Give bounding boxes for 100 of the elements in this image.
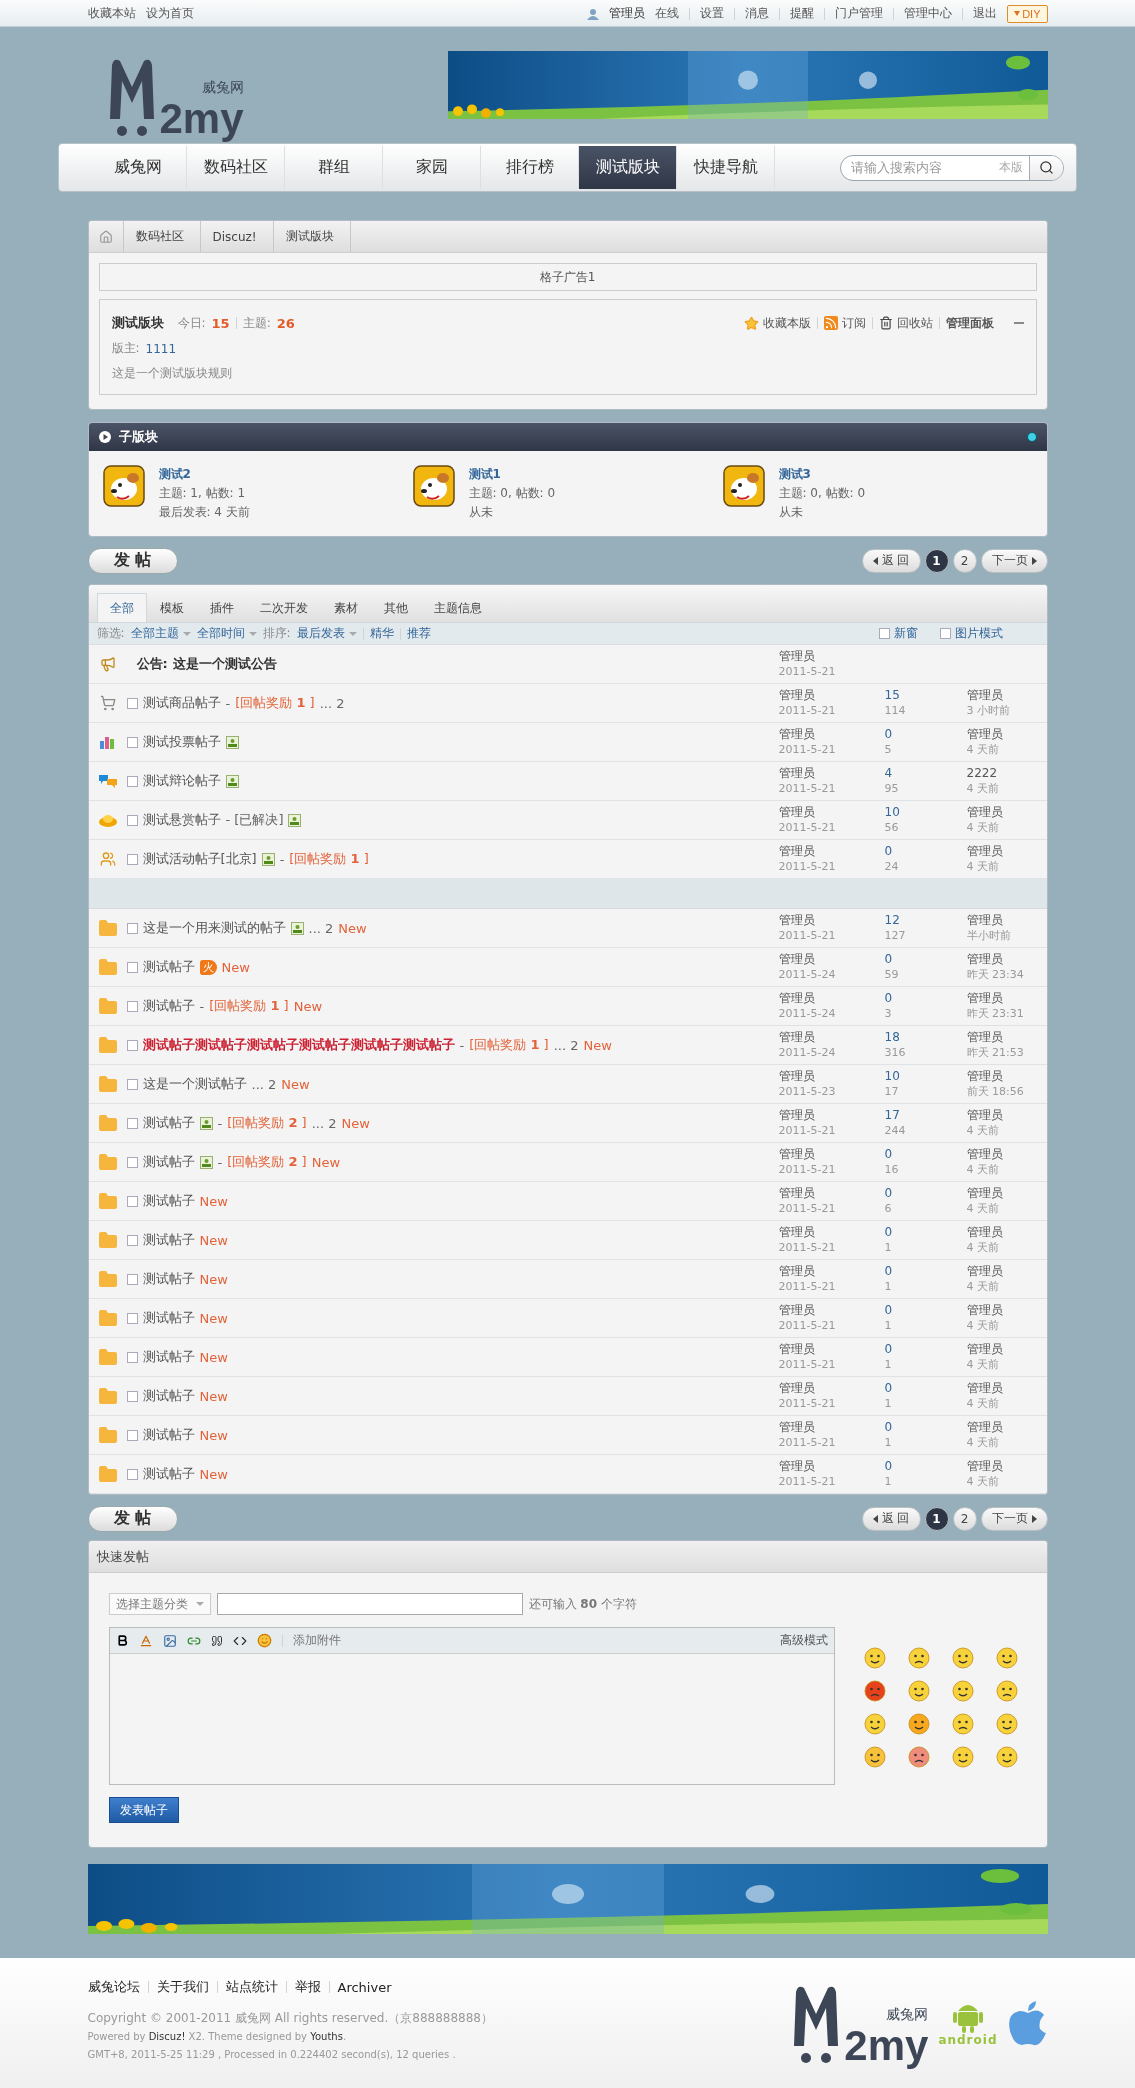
author-name[interactable]: 管理员 [778, 1381, 885, 1396]
footer-link[interactable]: 关于我们 [156, 1978, 209, 1996]
last-poster[interactable]: 管理员 [966, 1420, 1047, 1435]
last-poster[interactable]: 2222 [966, 766, 1047, 781]
thread-title[interactable]: 测试帖子 [142, 1270, 195, 1288]
thread-title[interactable]: 测试帖子 [142, 1309, 195, 1327]
bold-button[interactable] [115, 1634, 129, 1647]
thread-title[interactable]: 测试帖子 [142, 1153, 195, 1171]
smiley-icon[interactable] [863, 1746, 886, 1768]
top-link[interactable]: 门户管理 [835, 5, 884, 22]
top-link[interactable]: 设置 [700, 5, 725, 22]
filter-link[interactable]: 精华 [369, 625, 394, 642]
checkbox[interactable] [126, 1312, 138, 1324]
thread-title[interactable]: 测试商品帖子 [142, 694, 221, 712]
last-poster[interactable]: 管理员 [966, 727, 1047, 742]
author-name[interactable]: 管理员 [778, 1069, 885, 1084]
category-tab[interactable]: 插件 [196, 593, 247, 622]
checkbox[interactable] [126, 1078, 138, 1090]
thread-title[interactable]: 测试帖子 [142, 1231, 195, 1249]
thread-title[interactable]: 测试帖子 [142, 1192, 195, 1210]
smiley-icon[interactable] [995, 1713, 1018, 1735]
author-name[interactable]: 管理员 [778, 805, 885, 820]
author-name[interactable]: 管理员 [778, 844, 885, 859]
page-link[interactable]: ... 2 [311, 1115, 337, 1131]
last-poster[interactable]: 管理员 [966, 1381, 1047, 1396]
next-page-button[interactable]: 下一页 [980, 1506, 1048, 1531]
nav-item[interactable]: 数码社区 [187, 146, 285, 189]
last-poster[interactable]: 管理员 [966, 688, 1047, 703]
thread-title[interactable]: 测试帖子 [142, 1387, 195, 1405]
checkbox[interactable] [126, 1234, 138, 1246]
last-poster[interactable]: 管理员 [966, 1030, 1047, 1045]
thread-title[interactable]: 测试帖子 [142, 1465, 195, 1483]
smiley-icon[interactable] [907, 1713, 930, 1735]
search-button[interactable] [1029, 155, 1063, 180]
smiley-icon[interactable] [907, 1680, 930, 1702]
smiley-icon[interactable] [951, 1647, 974, 1669]
checkbox[interactable] [126, 1468, 138, 1480]
author-name[interactable]: 管理员 [778, 913, 885, 928]
emoji-button[interactable] [256, 1633, 272, 1648]
checkbox[interactable] [126, 922, 138, 934]
last-poster[interactable]: 管理员 [966, 1303, 1047, 1318]
post-button[interactable]: 发 帖 [87, 1505, 178, 1532]
moderator-link[interactable]: 1111 [145, 341, 177, 356]
checkbox[interactable] [126, 1000, 138, 1012]
author-name[interactable]: 管理员 [778, 1030, 885, 1045]
page-link[interactable]: ... 2 [308, 920, 334, 936]
checkbox[interactable] [126, 961, 138, 973]
subforum-link[interactable]: 测试3 [778, 465, 866, 484]
quote-button[interactable] [210, 1634, 223, 1647]
checkbox[interactable] [126, 1429, 138, 1441]
breadcrumb-link[interactable]: Discuz! [200, 221, 274, 252]
thread-title[interactable]: 测试活动帖子[北京] [142, 850, 257, 868]
page-button[interactable]: 1 [924, 548, 949, 573]
footer-link[interactable]: Archiver [337, 1979, 392, 1995]
smiley-icon[interactable] [951, 1680, 974, 1702]
user-link[interactable]: 管理员 [609, 5, 646, 22]
last-poster[interactable]: 管理员 [966, 1108, 1047, 1123]
page-link[interactable]: ... 2 [319, 695, 345, 711]
last-poster[interactable]: 管理员 [966, 913, 1047, 928]
thread-title[interactable]: 测试悬赏帖子 [142, 811, 221, 829]
breadcrumb-link[interactable]: 测试版块 [273, 221, 351, 252]
subforum-link[interactable]: 测试2 [158, 465, 250, 484]
last-poster[interactable]: 管理员 [966, 844, 1047, 859]
smiley-icon[interactable] [907, 1647, 930, 1669]
nav-item[interactable]: 威兔网 [89, 146, 187, 189]
text-color-button[interactable] [138, 1633, 153, 1648]
thread-title[interactable]: 测试帖子测试帖子测试帖子测试帖子测试帖子测试帖子 [142, 1036, 455, 1054]
forum-action-link[interactable]: 回收站 [878, 314, 933, 332]
author-name[interactable]: 管理员 [778, 952, 885, 967]
thread-title[interactable]: 测试帖子 [142, 1426, 195, 1444]
footer-link[interactable]: 举报 [294, 1978, 321, 1996]
smiley-icon[interactable] [863, 1647, 886, 1669]
back-button[interactable]: 返 回 [861, 548, 921, 573]
checkbox[interactable] [126, 697, 138, 709]
page-button[interactable]: 1 [924, 1506, 949, 1531]
nav-item[interactable]: 家园 [383, 146, 481, 189]
author-name[interactable]: 管理员 [778, 1264, 885, 1279]
author-name[interactable]: 管理员 [778, 1225, 885, 1240]
last-poster[interactable]: 管理员 [966, 1069, 1047, 1084]
submit-button[interactable]: 发表帖子 [108, 1797, 179, 1823]
author-name[interactable]: 管理员 [778, 1420, 885, 1435]
nav-item[interactable]: 快捷导航 [677, 146, 775, 189]
author-name[interactable]: 管理员 [778, 1186, 885, 1201]
back-button[interactable]: 返 回 [861, 1506, 921, 1531]
checkbox[interactable] [126, 736, 138, 748]
last-poster[interactable]: 管理员 [966, 1342, 1047, 1357]
author-name[interactable]: 管理员 [778, 1342, 885, 1357]
category-tab[interactable]: 其他 [370, 593, 421, 622]
post-button[interactable]: 发 帖 [87, 547, 178, 574]
thread-title[interactable]: 测试辩论帖子 [142, 772, 221, 790]
top-link[interactable]: 在线 [655, 5, 680, 22]
announcement-title[interactable]: 这是一个测试公告 [172, 655, 277, 673]
checkbox[interactable] [126, 1195, 138, 1207]
top-link[interactable]: 管理中心 [904, 5, 953, 22]
forum-action-link[interactable]: 订阅 [823, 314, 866, 332]
thread-title[interactable]: 测试帖子 [142, 997, 195, 1015]
thread-title[interactable]: 测试帖子 [142, 1114, 195, 1132]
category-tab[interactable]: 素材 [320, 593, 371, 622]
author-name[interactable]: 管理员 [778, 766, 885, 781]
checkbox[interactable] [878, 628, 890, 639]
